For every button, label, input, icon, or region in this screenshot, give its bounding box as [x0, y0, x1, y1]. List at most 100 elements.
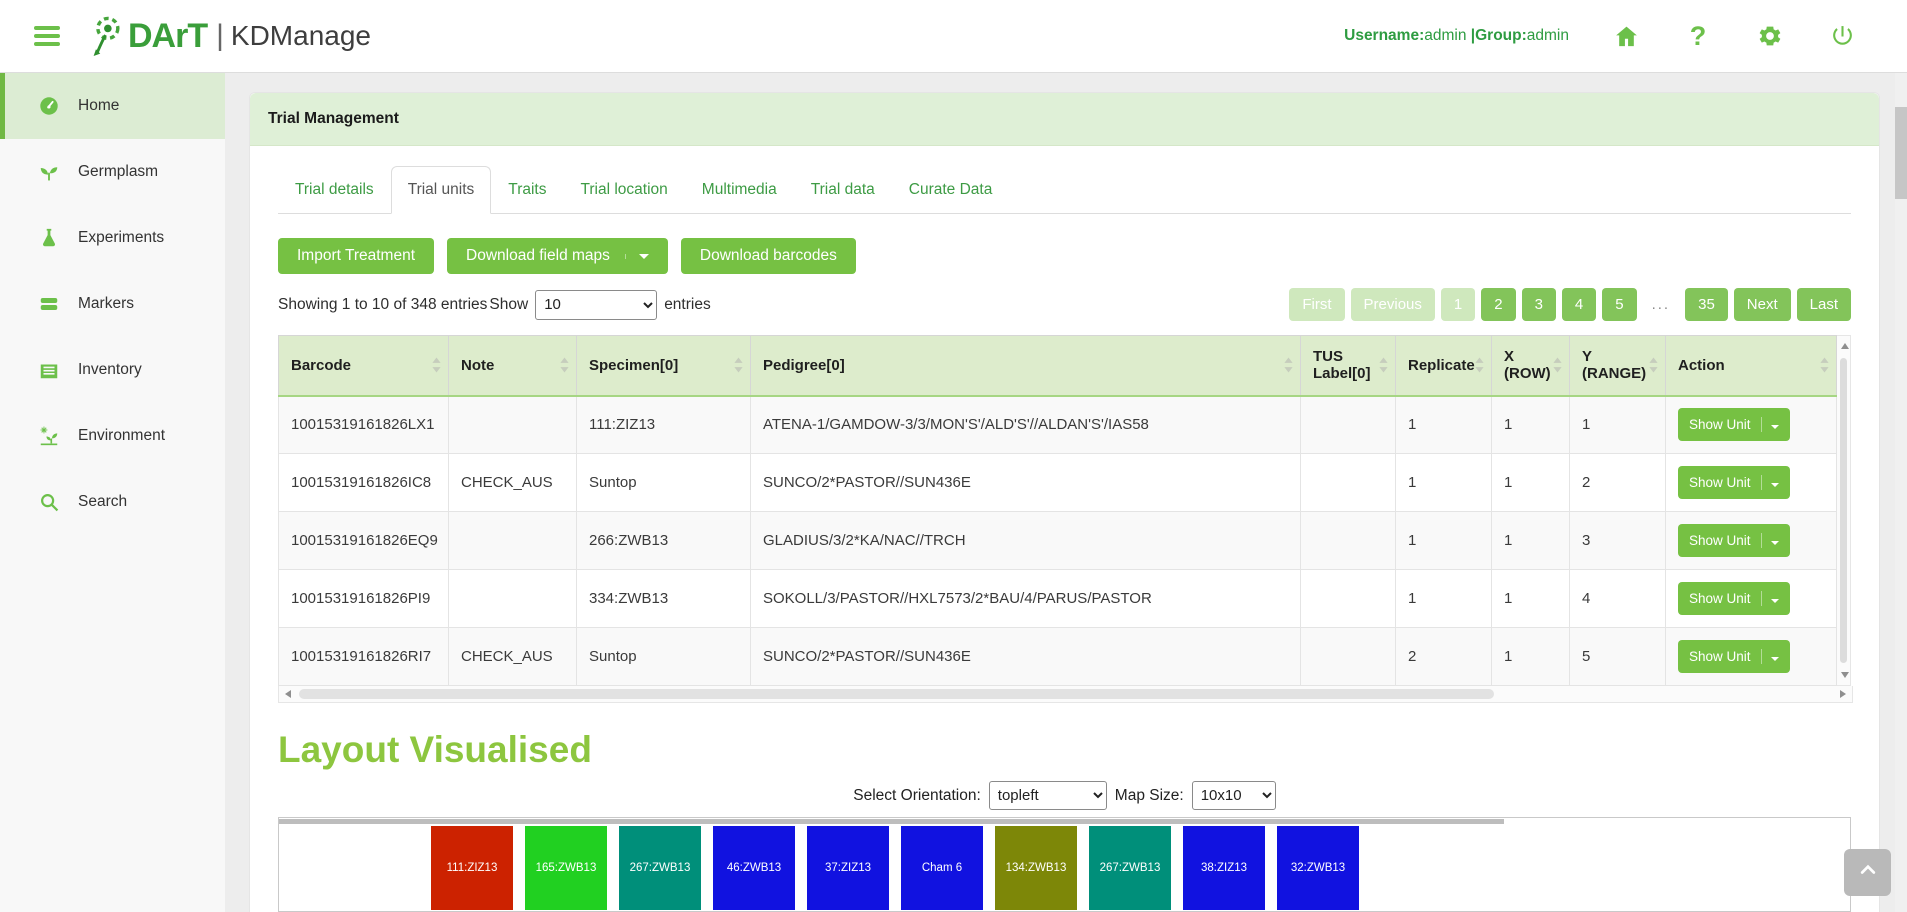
- menu-icon[interactable]: [34, 22, 60, 50]
- tab-curate-data[interactable]: Curate Data: [892, 166, 1010, 214]
- layout-scrollbar-thumb[interactable]: [279, 819, 1504, 824]
- scroll-to-top-button[interactable]: [1844, 849, 1891, 896]
- column-header-y-range[interactable]: Y (RANGE): [1570, 336, 1666, 396]
- cell-specimen: 111:ZIZ13: [577, 396, 751, 454]
- cell-barcode: 10015319161826IC8: [279, 454, 449, 512]
- sidebar-item-markers[interactable]: Markers: [0, 271, 225, 337]
- sidebar: HomeGermplasm Experiments MarkersInventory…: [0, 73, 225, 912]
- help-icon[interactable]: ?: [1683, 21, 1713, 51]
- cell-specimen: Suntop: [577, 454, 751, 512]
- sort-icon: [1553, 358, 1562, 373]
- power-icon[interactable]: [1827, 21, 1857, 51]
- column-header-x-row[interactable]: X (ROW): [1492, 336, 1570, 396]
- plot-46-zwb13[interactable]: 46:ZWB13: [713, 826, 795, 910]
- page-size-select[interactable]: 10: [535, 290, 657, 320]
- column-header-note[interactable]: Note: [449, 336, 577, 396]
- page-button-2[interactable]: 2: [1481, 288, 1515, 321]
- plot-267-zwb13[interactable]: 267:ZWB13: [1089, 826, 1171, 910]
- cell-specimen: 334:ZWB13: [577, 570, 751, 628]
- plot-row: 111:ZIZ13165:ZWB13267:ZWB1346:ZWB1337:ZI…: [279, 826, 1850, 910]
- plot-32-zwb13[interactable]: 32:ZWB13: [1277, 826, 1359, 910]
- page-button-last[interactable]: Last: [1797, 288, 1851, 321]
- tab-trial-details[interactable]: Trial details: [278, 166, 391, 214]
- column-header-replicate[interactable]: Replicate: [1396, 336, 1492, 396]
- page-button-5[interactable]: 5: [1602, 288, 1636, 321]
- inventory-icon: [38, 359, 62, 381]
- column-header-specimen-0[interactable]: Specimen[0]: [577, 336, 751, 396]
- table-horizontal-scrollbar[interactable]: [278, 686, 1853, 703]
- sidebar-item-environment[interactable]: Environment: [0, 403, 225, 469]
- show-unit-button[interactable]: Show Unit: [1678, 640, 1790, 673]
- import-treatment-label: Import Treatment: [297, 247, 415, 265]
- show-unit-label: Show Unit: [1689, 475, 1751, 490]
- page-button-first: First: [1289, 288, 1344, 321]
- cell-y: 2: [1570, 454, 1666, 512]
- show-unit-button[interactable]: Show Unit: [1678, 408, 1790, 441]
- page-button-35[interactable]: 35: [1685, 288, 1728, 321]
- scroll-down-arrow-icon[interactable]: [1841, 672, 1849, 678]
- tab-multimedia[interactable]: Multimedia: [685, 166, 794, 214]
- scroll-up-arrow-icon[interactable]: [1841, 343, 1849, 349]
- show-unit-button[interactable]: Show Unit: [1678, 524, 1790, 557]
- sidebar-item-germplasm[interactable]: Germplasm: [0, 139, 225, 205]
- sidebar-item-experiments[interactable]: Experiments: [0, 205, 225, 271]
- page-button-4[interactable]: 4: [1562, 288, 1596, 321]
- map-size-select[interactable]: 10x10: [1192, 781, 1276, 810]
- column-header-label: TUS Label[0]: [1313, 348, 1371, 382]
- column-header-label: X (ROW): [1504, 348, 1551, 382]
- scroll-left-arrow-icon[interactable]: [285, 690, 291, 698]
- plot-label: 38:ZIZ13: [1201, 862, 1247, 874]
- import-treatment-button[interactable]: Import Treatment: [278, 238, 434, 274]
- tab-traits[interactable]: Traits: [491, 166, 563, 214]
- cell-specimen: 266:ZWB13: [577, 512, 751, 570]
- download-field-maps-button[interactable]: Download field maps: [447, 238, 668, 274]
- plot-cham-6[interactable]: Cham 6: [901, 826, 983, 910]
- plot-37-ziz13[interactable]: 37:ZIZ13: [807, 826, 889, 910]
- layout-horizontal-scrollbar[interactable]: [279, 818, 1850, 825]
- table-vertical-scrollbar[interactable]: [1837, 335, 1851, 686]
- show-unit-button[interactable]: Show Unit: [1678, 466, 1790, 499]
- cell-x: 1: [1492, 396, 1570, 454]
- page-scrollbar[interactable]: [1895, 73, 1907, 912]
- table-header-row: BarcodeNoteSpecimen[0]Pedigree[0] TUS Lab…: [279, 336, 1837, 396]
- home-icon[interactable]: [1611, 21, 1641, 51]
- plot-165-zwb13[interactable]: 165:ZWB13: [525, 826, 607, 910]
- sidebar-item-inventory[interactable]: Inventory: [0, 337, 225, 403]
- plot-label: 165:ZWB13: [536, 862, 597, 874]
- column-header-barcode[interactable]: Barcode: [279, 336, 449, 396]
- page-title: Trial Management: [268, 110, 399, 127]
- sidebar-item-label: Experiments: [78, 229, 164, 247]
- column-header-action[interactable]: Action: [1666, 336, 1837, 396]
- vertical-scrollbar-thumb[interactable]: [1840, 358, 1847, 663]
- settings-icon[interactable]: [1755, 21, 1785, 51]
- horizontal-scrollbar-thumb[interactable]: [299, 689, 1494, 699]
- dart-logo-icon[interactable]: [86, 14, 124, 58]
- plot-267-zwb13[interactable]: 267:ZWB13: [619, 826, 701, 910]
- cell-replicate: 1: [1396, 454, 1492, 512]
- tab-bar: Trial detailsTrial unitsTraitsTrial loca…: [278, 166, 1851, 214]
- download-barcodes-label: Download barcodes: [700, 247, 837, 265]
- page-button-next[interactable]: Next: [1734, 288, 1791, 321]
- show-unit-button[interactable]: Show Unit: [1678, 582, 1790, 615]
- tab-trial-data[interactable]: Trial data: [794, 166, 892, 214]
- orientation-select[interactable]: topleft: [989, 781, 1107, 810]
- plot-111-ziz13[interactable]: 111:ZIZ13: [431, 826, 513, 910]
- page-button-3[interactable]: 3: [1522, 288, 1556, 321]
- cell-note: [449, 512, 577, 570]
- show-unit-label: Show Unit: [1689, 649, 1751, 664]
- tab-trial-units[interactable]: Trial units: [391, 166, 492, 214]
- tab-trial-location[interactable]: Trial location: [563, 166, 684, 214]
- layout-map-container: 111:ZIZ13165:ZWB13267:ZWB1346:ZWB1337:ZI…: [278, 817, 1851, 912]
- sidebar-item-search[interactable]: Search: [0, 469, 225, 535]
- scroll-right-arrow-icon[interactable]: [1840, 690, 1846, 698]
- plot-134-zwb13[interactable]: 134:ZWB13: [995, 826, 1077, 910]
- sidebar-item-home[interactable]: Home: [0, 73, 225, 139]
- column-header-pedigree-0[interactable]: Pedigree[0]: [751, 336, 1301, 396]
- column-header-label: Replicate: [1408, 357, 1475, 374]
- plot-38-ziz13[interactable]: 38:ZIZ13: [1183, 826, 1265, 910]
- page-scrollbar-thumb[interactable]: [1895, 107, 1907, 199]
- search-icon: [38, 491, 62, 513]
- cell-x: 1: [1492, 512, 1570, 570]
- download-barcodes-button[interactable]: Download barcodes: [681, 238, 856, 274]
- column-header-tus-label-0[interactable]: TUS Label[0]: [1301, 336, 1396, 396]
